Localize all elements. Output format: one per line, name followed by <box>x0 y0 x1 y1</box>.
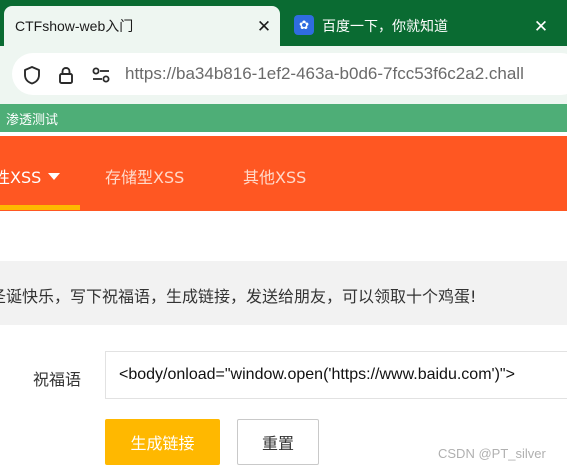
notice-text: 圣诞快乐，写下祝福语，生成链接，发送给朋友，可以领取十个鸡蛋! <box>0 287 477 306</box>
tab-ctfshow[interactable]: CTFshow-web入门 ✕ <box>4 6 280 46</box>
reset-button[interactable]: 重置 <box>237 419 319 465</box>
nav-item-reflected-xss[interactable]: 性XSS <box>0 164 61 188</box>
tab-baidu[interactable]: ✿ 百度一下，你就知道 ✕ <box>282 6 567 46</box>
browser-toolbar: https://ba34b816-1ef2-463a-b0d6-7fcc53f6… <box>0 46 567 104</box>
tab-title: CTFshow-web入门 <box>15 18 134 34</box>
greeting-label: 祝福语 <box>33 370 82 389</box>
generate-link-button[interactable]: 生成链接 <box>105 419 220 465</box>
address-bar[interactable]: https://ba34b816-1ef2-463a-b0d6-7fcc53f6… <box>12 53 567 95</box>
greeting-input[interactable] <box>105 351 567 399</box>
notice-banner: 圣诞快乐，写下祝福语，生成链接，发送给朋友，可以领取十个鸡蛋! <box>0 261 567 325</box>
url-text[interactable]: https://ba34b816-1ef2-463a-b0d6-7fcc53f6… <box>125 64 524 84</box>
nav-item-stored-xss[interactable]: 存储型XSS <box>105 164 184 188</box>
caret-down-icon <box>48 173 61 180</box>
browser-tab-strip: CTFshow-web入门 ✕ ✿ 百度一下，你就知道 ✕ <box>0 0 567 46</box>
bookmarks-bar: 渗透测试 <box>0 104 567 132</box>
site-permissions-icon[interactable] <box>91 65 111 85</box>
shield-icon[interactable] <box>22 65 42 85</box>
close-icon[interactable]: ✕ <box>529 15 553 39</box>
nav-item-other-xss[interactable]: 其他XSS <box>243 164 306 188</box>
watermark: CSDN @PT_silver <box>438 446 546 461</box>
active-nav-indicator <box>0 205 80 210</box>
baidu-paw-icon: ✿ <box>294 15 314 35</box>
bookmark-item[interactable]: 渗透测试 <box>6 109 58 128</box>
close-icon[interactable]: ✕ <box>252 15 276 39</box>
lock-icon[interactable] <box>56 65 76 85</box>
nav-item-label: 性XSS <box>0 168 42 187</box>
page-nav: 性XSS 存储型XSS 其他XSS <box>0 136 567 211</box>
tab-title: 百度一下，你就知道 <box>322 18 448 34</box>
